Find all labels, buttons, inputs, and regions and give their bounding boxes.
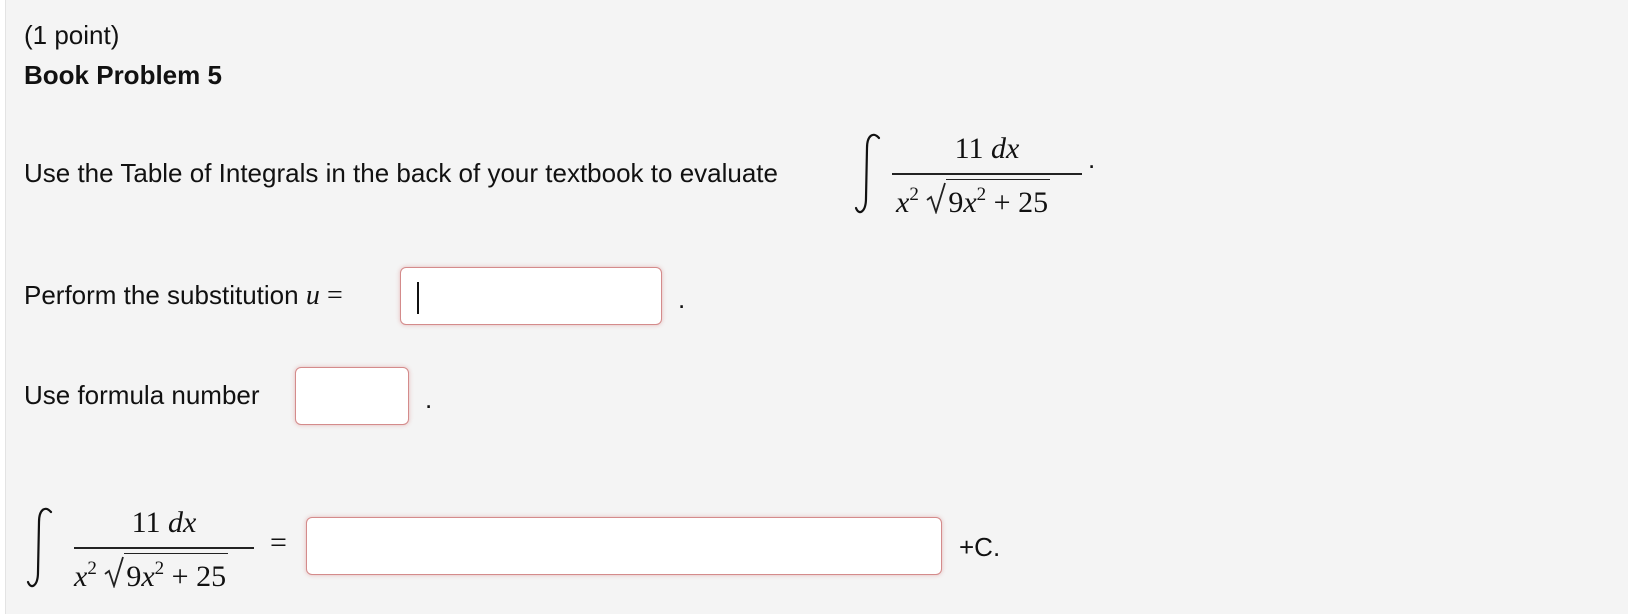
points-label: (1 point): [24, 20, 120, 50]
formula-end-period: .: [425, 384, 433, 414]
substitution-label: Perform the substitution u =: [24, 280, 343, 311]
result-integrand-numerator: 11 dx: [131, 506, 197, 539]
result-equals: =: [270, 526, 287, 559]
radical-sign-icon: [926, 182, 947, 214]
problem-panel: (1 point) Book Problem 5 Use the Table o…: [5, 0, 1628, 614]
integral-sign-icon: [854, 133, 881, 214]
integral-sign-icon: [26, 507, 53, 588]
substitution-input[interactable]: [400, 267, 662, 325]
radical-sign-icon: [104, 556, 125, 588]
result-integral-expression: 11 dx x2 9x2 + 25: [26, 506, 276, 596]
problem-instruction: Use the Table of Integrals in the back o…: [24, 158, 778, 188]
integrand-denominator: x2 9x2 + 25: [896, 178, 1051, 220]
formula-label: Use formula number: [24, 380, 260, 410]
integrand-numerator: 11 dx: [954, 132, 1020, 165]
square-root: 9x2 + 25: [104, 553, 229, 594]
fraction-bar: [892, 173, 1082, 175]
integral-expression: 11 dx x2 9x2 + 25 .: [854, 132, 1114, 222]
result-input[interactable]: [306, 517, 942, 575]
problem-title: Book Problem 5: [24, 60, 222, 90]
statement-end-period: .: [1088, 144, 1096, 174]
result-integrand-denominator: x2 9x2 + 25: [74, 552, 229, 594]
square-root: 9x2 + 25: [926, 179, 1051, 220]
text-cursor: [417, 282, 419, 314]
fraction-bar: [74, 547, 254, 549]
formula-number-input[interactable]: [295, 367, 409, 425]
constant-of-integration: +C.: [959, 532, 1001, 562]
substitution-end-period: .: [678, 284, 686, 314]
